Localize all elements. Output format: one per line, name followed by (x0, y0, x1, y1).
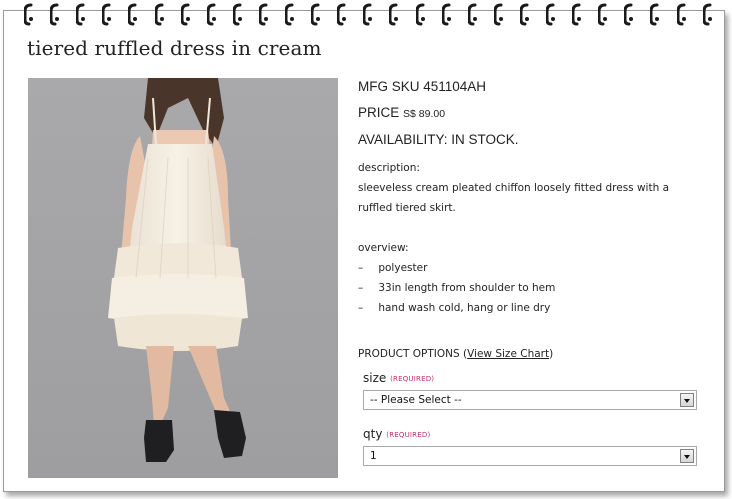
product-options-heading: PRODUCT OPTIONS (View Size Chart) (358, 348, 554, 360)
bullet-dash: – (358, 302, 364, 314)
spiral-ring-icon (546, 2, 555, 26)
qty-select[interactable]: 1 (363, 446, 697, 466)
spiral-ring-icon (181, 2, 190, 26)
spiral-ring-icon (520, 2, 529, 26)
spiral-ring-icon (311, 2, 320, 26)
spiral-ring-icon (598, 2, 607, 26)
spiral-ring-icon (468, 2, 477, 26)
model-in-dress-image (28, 78, 338, 478)
spiral-ring-icon (50, 2, 59, 26)
spiral-ring-icon (76, 2, 85, 26)
spiral-ring-icon (363, 2, 372, 26)
spiral-ring-icon (337, 2, 346, 26)
price-label: PRICE (358, 105, 400, 120)
overview-item: – polyester (358, 258, 427, 278)
spiral-ring-icon (624, 2, 633, 26)
spiral-ring-icon (572, 2, 581, 26)
spiral-ring-icon (703, 2, 712, 26)
bullet-dash: – (358, 262, 364, 274)
sku-line: MFG SKU 451104AH (358, 79, 487, 94)
overview-heading: overview: (358, 242, 409, 254)
qty-required-tag: (REQUIRED) (386, 431, 431, 439)
spiral-ring-icon (155, 2, 164, 26)
spiral-ring-icon (416, 2, 425, 26)
overview-item: – hand wash cold, hang or line dry (358, 298, 550, 318)
spiral-ring-icon (650, 2, 659, 26)
spiral-ring-icon (677, 2, 686, 26)
size-selected-value: -- Please Select -- (370, 394, 462, 406)
bullet-dash: – (358, 282, 364, 294)
spiral-binding (0, 0, 732, 26)
size-required-tag: (REQUIRED) (390, 375, 435, 383)
spiral-ring-icon (102, 2, 111, 26)
spiral-ring-icon (128, 2, 137, 26)
qty-label: qty (REQUIRED) (363, 427, 431, 441)
size-label: size (REQUIRED) (363, 371, 435, 385)
product-photo (28, 78, 338, 478)
spiral-ring-icon (259, 2, 268, 26)
description-heading: description: (358, 162, 420, 174)
spiral-ring-icon (233, 2, 242, 26)
dropdown-arrow-icon[interactable] (680, 393, 694, 407)
spiral-ring-icon (442, 2, 451, 26)
spiral-ring-icon (285, 2, 294, 26)
overview-item: – 33in length from shoulder to hem (358, 278, 555, 298)
product-title: tiered ruffled dress in cream (27, 36, 322, 60)
price-line: PRICE S$ 89.00 (358, 104, 445, 123)
spiral-ring-icon (494, 2, 503, 26)
description-text: sleeveless cream pleated chiffon loosely… (358, 182, 670, 214)
price-value: S$ 89.00 (403, 108, 446, 120)
spiral-ring-icon (24, 2, 33, 26)
spiral-ring-icon (389, 2, 398, 26)
view-size-chart-link[interactable]: View Size Chart (467, 348, 549, 360)
dropdown-arrow-icon[interactable] (680, 449, 694, 463)
availability-line: AVAILABILITY: IN STOCK. (358, 132, 519, 147)
spiral-ring-icon (207, 2, 216, 26)
size-select[interactable]: -- Please Select -- (363, 390, 697, 410)
qty-selected-value: 1 (370, 450, 377, 462)
